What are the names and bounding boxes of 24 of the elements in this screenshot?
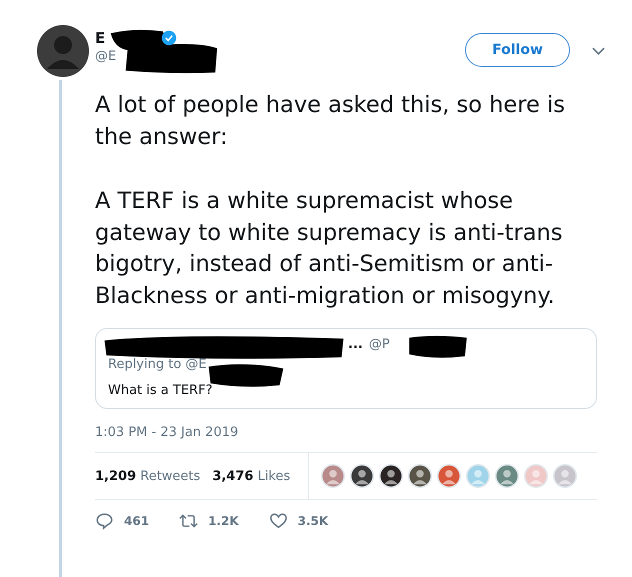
quoted-tweet-card[interactable]: ... @P Replying to @E What is a TERF? [95, 328, 597, 409]
timestamp[interactable]: 1:03 PM - 23 Jan 2019 [95, 425, 597, 440]
tweet-text: A lot of people have asked this, so here is the answer: [95, 91, 566, 152]
replying-to-text: Replying to @E [108, 357, 208, 372]
liker-avatar[interactable] [408, 464, 432, 488]
stat-count[interactable]: 3,476 Likes [212, 468, 290, 484]
action-count: 1.2K [208, 514, 239, 528]
quoted-author-name: ... [348, 337, 363, 352]
tweet-text: A TERF is a white supremacist whose gateway to white supremacy is anti-trans bigotry, instead of anti-Semitism or anti-Blackness or anti-migration or misogyny. [95, 187, 564, 310]
quoted-author-handle: @P [368, 337, 390, 352]
action-count: 3.5K [298, 514, 328, 528]
quoted-tweet-text: What is a TERF? [108, 383, 214, 398]
action-count: 461 [124, 514, 150, 528]
stat-count[interactable]: 1,209 Retweets [95, 468, 200, 484]
reply-icon[interactable] [95, 512, 114, 530]
author-name[interactable]: E [95, 29, 106, 47]
author-handle: @E [95, 49, 118, 64]
liker-avatar[interactable] [379, 464, 404, 488]
avatar [37, 25, 89, 77]
liker-avatar[interactable] [350, 464, 374, 488]
follow-button[interactable]: Follow [465, 33, 570, 67]
retweet-icon[interactable] [179, 512, 198, 530]
chevron-down-icon[interactable] [592, 47, 605, 55]
heart-icon[interactable] [268, 512, 288, 530]
